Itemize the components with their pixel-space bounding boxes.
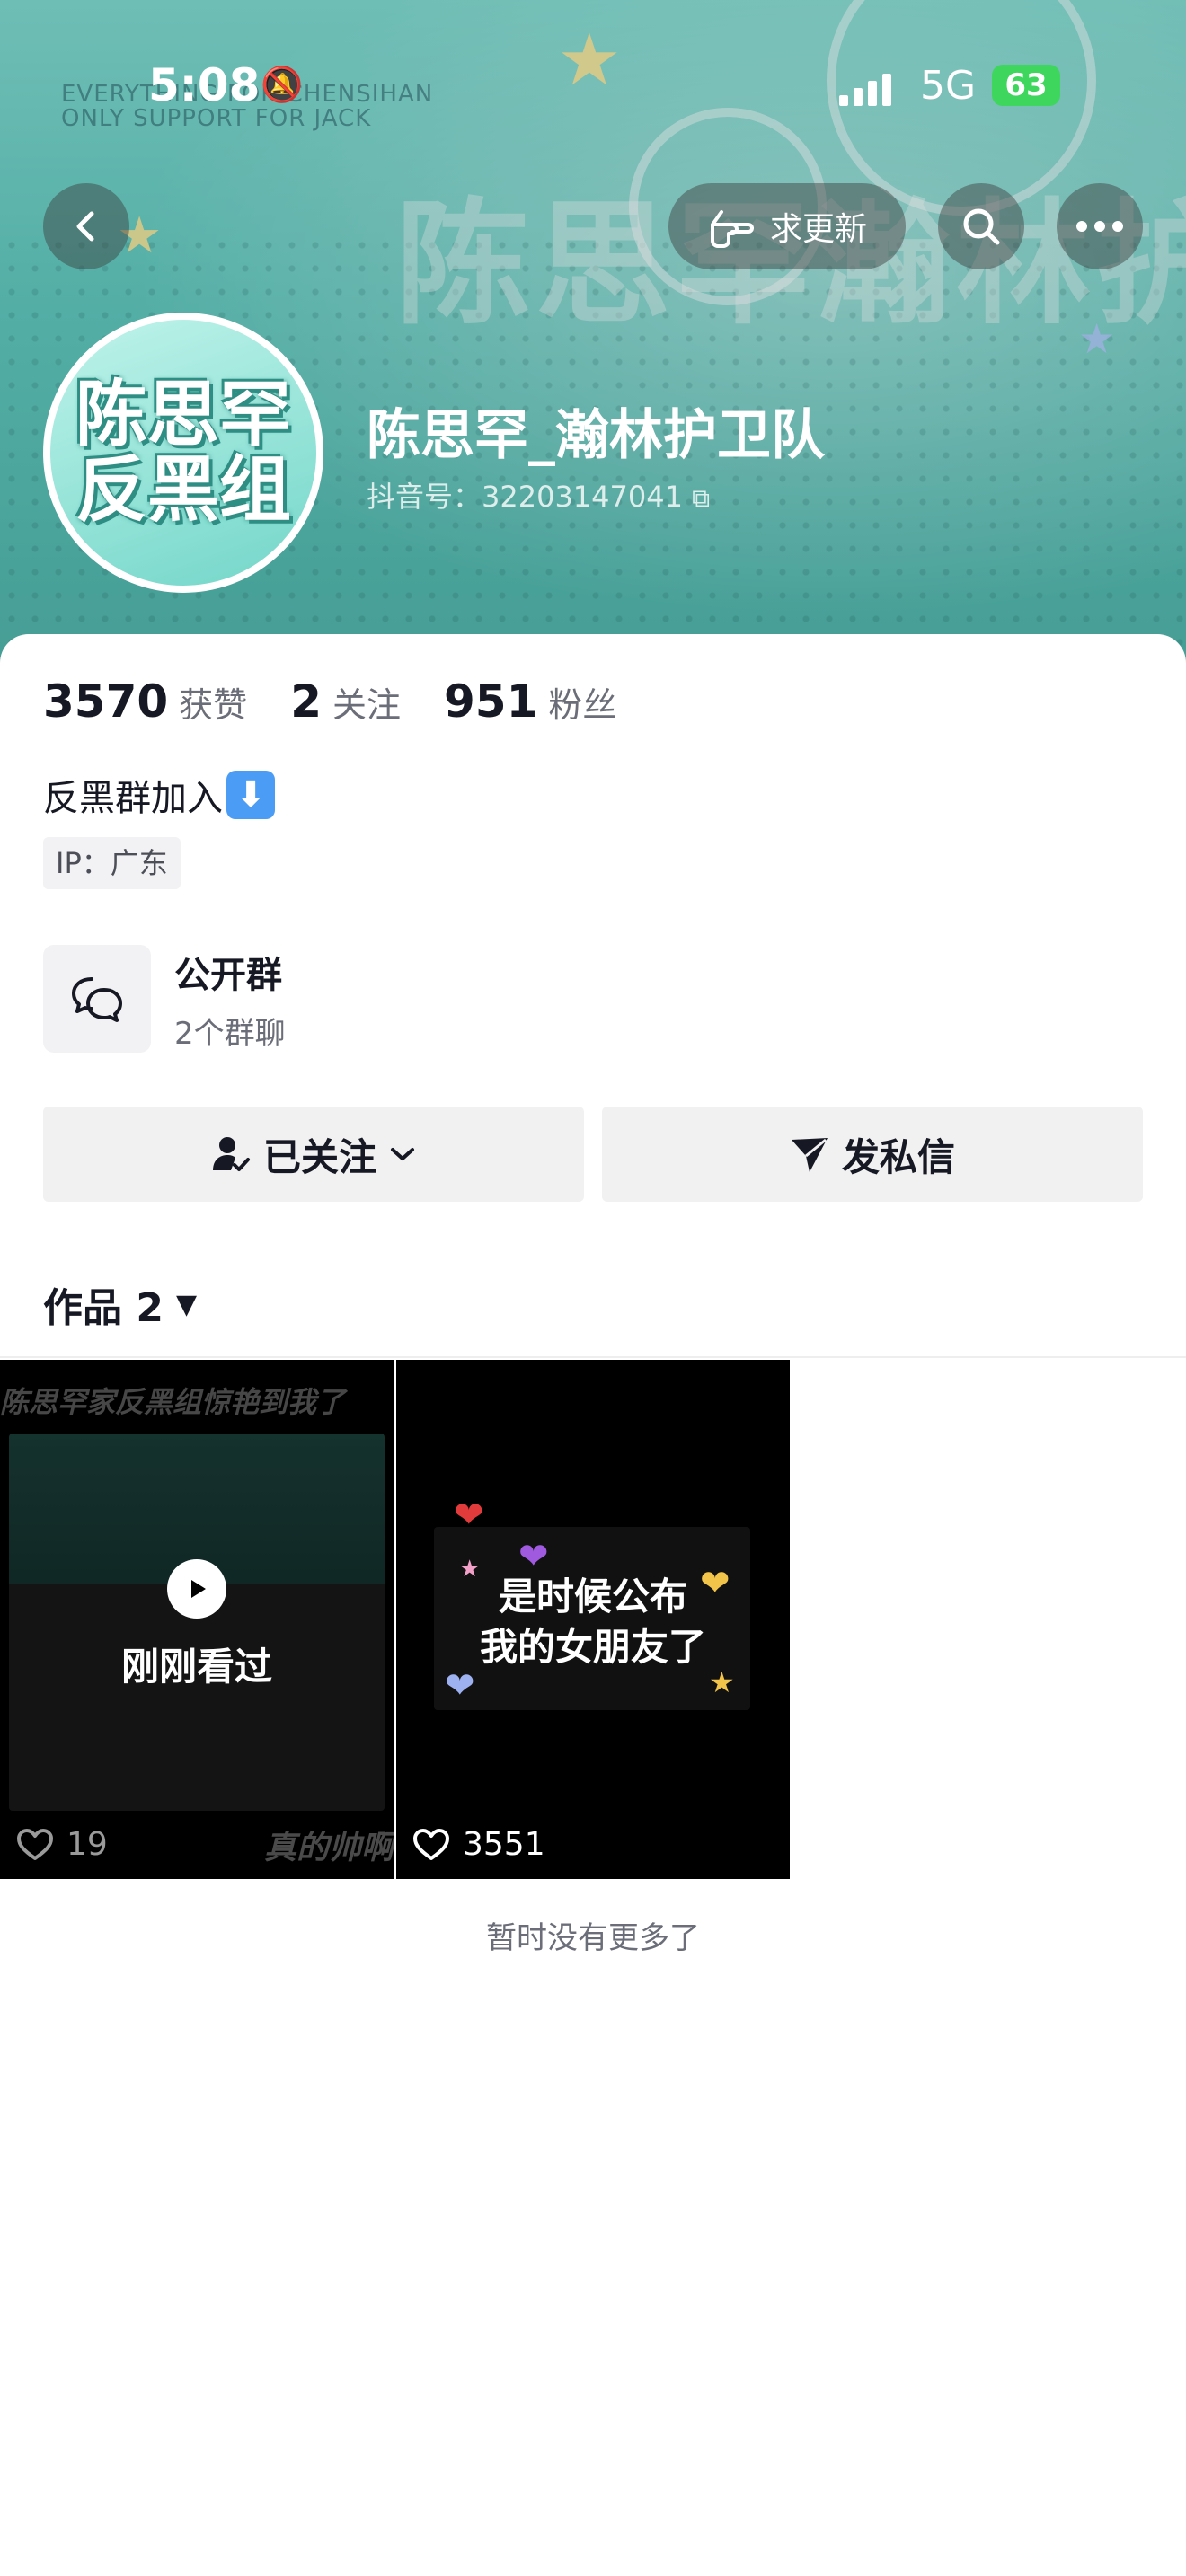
avatar-text-line2: 反黑组 [75,448,291,532]
profile-bio: 反黑群加入 ⬇ [43,769,275,821]
back-button[interactable] [43,183,129,269]
paper-plane-icon [791,1138,828,1172]
play-icon [167,1559,226,1619]
group-subtitle: 2个群聊 [174,1015,286,1052]
stat-likes[interactable]: 3570 获赞 [43,675,247,728]
network-type: 5G [920,63,977,109]
user-check-icon [212,1137,250,1171]
stat-followers[interactable]: 951 粉丝 [444,675,616,728]
recently-watched-label: 刚刚看过 [120,1645,272,1689]
request-update-button[interactable]: 求更新 [668,183,906,269]
group-chat-icon [43,945,151,1053]
divider [0,1356,1186,1358]
copy-icon[interactable]: ⧉ [692,483,710,513]
request-update-label: 求更新 [769,211,867,248]
more-button[interactable] [1057,183,1143,269]
pointing-hand-icon [710,210,754,248]
more-icon [1076,221,1123,232]
tab-works[interactable]: 作品 2 ▼ [43,1275,197,1333]
no-more-content-label: 暂时没有更多了 [486,1920,700,1956]
battery-indicator: 63 [992,65,1060,106]
video-thumbnail[interactable]: 陈思罕家反黑组惊艳到我了 刚刚看过 真的帅啊 19 [0,1360,394,1879]
video-text-line1: 是时候公布 [498,1575,687,1619]
heart-outline-icon [413,1828,449,1860]
status-time: 5:08 [148,59,261,111]
following-button[interactable]: 已关注 [43,1107,584,1202]
chevron-left-icon [76,211,94,242]
ip-location-tag: IP：广东 [43,837,181,889]
profile-stats: 3570 获赞 2 关注 951 粉丝 [43,675,616,728]
video-likes: 19 [16,1826,108,1863]
video-bottom-text: 真的帅啊 [263,1830,394,1866]
send-message-button[interactable]: 发私信 [602,1107,1143,1202]
mute-bell-icon: 🔕 [261,65,304,104]
video-likes: 3551 [412,1826,545,1863]
avatar[interactable]: 陈思罕 反黑组 [43,313,323,593]
search-button[interactable] [938,183,1024,269]
douyin-id[interactable]: 抖音号：32203147041 ⧉ [367,474,710,516]
video-text-line2: 我的女朋友了 [479,1625,706,1669]
red-heart-icon: ❤ [454,1495,484,1536]
cellular-signal-icon [839,70,891,106]
profile-name: 陈思罕_瀚林护卫队 [367,404,825,467]
search-icon [963,208,1000,245]
avatar-text-line1: 陈思罕 [75,373,291,456]
stat-following[interactable]: 2 关注 [290,675,401,728]
public-group-entry[interactable]: 公开群 2个群聊 [43,945,286,1053]
video-thumbnail[interactable]: ❤ ❤ ❤ ❤ ★ ★ 是时候公布 我的女朋友了 3551 [396,1360,790,1879]
group-title: 公开群 [174,954,282,996]
down-arrow-emoji-icon: ⬇ [226,771,275,819]
caret-down-icon: ▼ [175,1288,198,1320]
heart-outline-icon [17,1828,53,1860]
chevron-down-icon [391,1148,414,1160]
